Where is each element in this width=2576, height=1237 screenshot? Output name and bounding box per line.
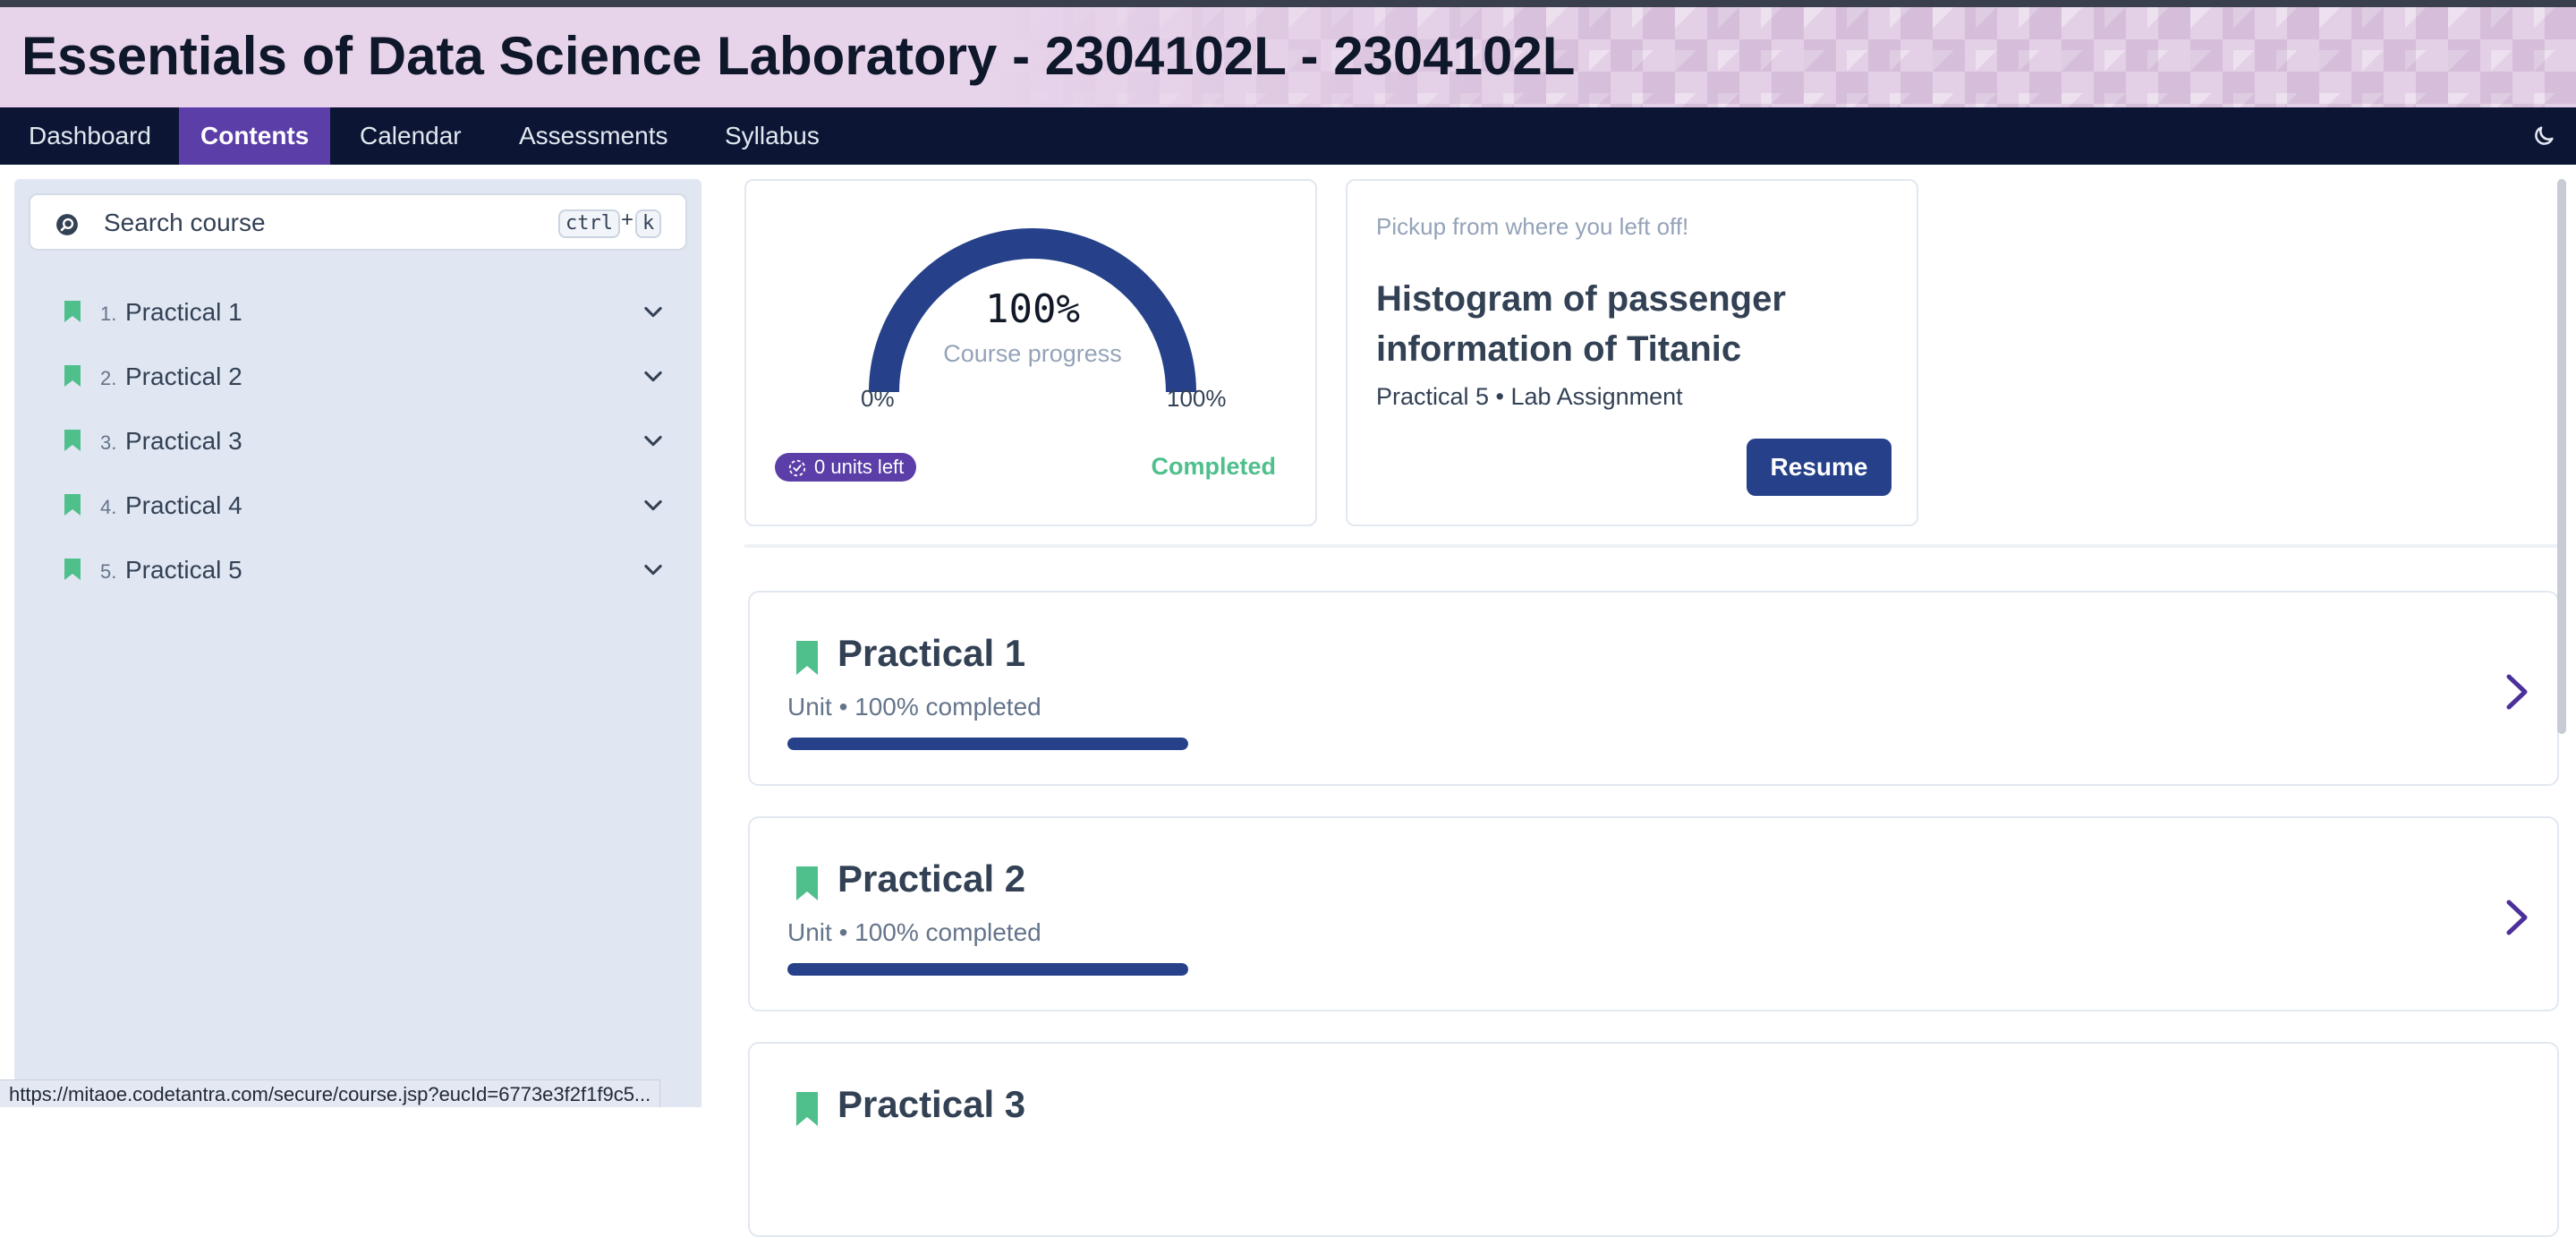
resume-card: Pickup from where you left off! Histogra… [1346, 179, 1918, 526]
bookmark-icon [795, 639, 820, 677]
main-nav: Dashboard Contents Calendar Assessments … [0, 107, 2576, 165]
bookmark-icon [795, 1090, 820, 1128]
progress-caption: Course progress [943, 340, 1122, 367]
resume-item-meta: Practical 5 • Lab Assignment [1376, 383, 1683, 410]
course-progress-card: 100% Course progress 0% 100% 0 units lef… [744, 179, 1317, 526]
resume-button[interactable]: Resume [1747, 439, 1892, 496]
bookmark-icon [63, 557, 82, 582]
search-icon [55, 213, 79, 236]
sidebar-item-label: Practical 3 [125, 427, 242, 455]
course-title: Essentials of Data Science Laboratory - … [21, 26, 1576, 86]
nav-contents[interactable]: Contents [179, 107, 331, 165]
unit-card-practical-2[interactable]: Practical 2 Unit • 100% completed [748, 816, 2559, 1011]
chevron-down-icon[interactable] [641, 299, 666, 324]
sidebar-item-number: 3. [100, 431, 117, 454]
sidebar-item-practical-4[interactable]: 4. Practical 4 [14, 478, 701, 532]
unit-meta: Unit • 100% completed [787, 693, 1041, 721]
unit-title: Practical 3 [837, 1083, 1026, 1125]
top-border [0, 0, 2576, 7]
completion-status: Completed [1151, 453, 1276, 480]
sidebar-item-label: Practical 2 [125, 363, 242, 390]
sidebar-item-label: Practical 5 [125, 556, 242, 584]
chevron-right-icon[interactable] [2502, 671, 2532, 712]
sidebar-item-number: 2. [100, 367, 117, 389]
sidebar-item-practical-3[interactable]: 3. Practical 3 [14, 414, 701, 467]
nav-dashboard[interactable]: Dashboard [7, 107, 173, 165]
nav-assessments[interactable]: Assessments [497, 107, 690, 165]
page-scrollbar[interactable] [2557, 179, 2566, 734]
unit-card-practical-3[interactable]: Practical 3 [748, 1042, 2559, 1237]
sidebar-item-practical-2[interactable]: 2. Practical 2 [14, 349, 701, 403]
sidebar-item-number: 4. [100, 496, 117, 518]
resume-item-title: Histogram of passenger information of Ti… [1376, 279, 1786, 369]
sidebar-item-practical-1[interactable]: 1. Practical 1 [14, 285, 701, 338]
shortcut-plus: + [621, 208, 634, 232]
bookmark-icon [795, 865, 820, 902]
section-divider [744, 544, 2561, 548]
unit-meta: Unit • 100% completed [787, 918, 1041, 946]
progress-value: 100% [985, 286, 1080, 332]
sidebar-item-label: Practical 4 [125, 491, 242, 519]
sidebar-item-label: Practical 1 [125, 298, 242, 326]
sidebar-item-number: 1. [100, 303, 117, 325]
sidebar-item-number: 5. [100, 560, 117, 583]
unit-progress-bar [787, 738, 1188, 750]
units-left-badge: 0 units left [775, 453, 917, 482]
shortcut-ctrl: ctrl [558, 209, 620, 238]
link-status-bar: https://mitaoe.codetantra.com/secure/cou… [0, 1079, 661, 1107]
bookmark-icon [63, 428, 82, 453]
unit-card-practical-1[interactable]: Practical 1 Unit • 100% completed [748, 591, 2559, 786]
search-course-input[interactable]: Search course ctrl + k [29, 193, 687, 251]
sidebar-item-practical-5[interactable]: 5. Practical 5 [14, 542, 701, 596]
chevron-down-icon[interactable] [641, 363, 666, 388]
nav-syllabus[interactable]: Syllabus [703, 107, 841, 165]
unit-progress-bar [787, 963, 1188, 976]
pickup-text: Pickup from where you left off! [1376, 213, 1689, 240]
bookmark-icon [63, 363, 82, 388]
gauge-min-label: 0% [861, 385, 895, 412]
dashed-check-circle-icon [788, 459, 806, 477]
chevron-down-icon[interactable] [641, 557, 666, 582]
unit-title: Practical 1 [837, 632, 1026, 674]
moon-icon[interactable] [2531, 124, 2556, 149]
nav-calendar[interactable]: Calendar [338, 107, 483, 165]
search-placeholder: Search course [104, 209, 266, 236]
chevron-down-icon[interactable] [641, 428, 666, 453]
chevron-down-icon[interactable] [641, 492, 666, 517]
shortcut-k: k [635, 209, 662, 238]
gauge-max-label: 100% [1167, 385, 1227, 412]
unit-progress-fill [787, 963, 1188, 976]
bookmark-icon [63, 492, 82, 517]
unit-progress-fill [787, 738, 1188, 750]
unit-title: Practical 2 [837, 857, 1026, 900]
bookmark-icon [63, 299, 82, 324]
units-left-text: 0 units left [814, 456, 905, 478]
course-sidebar: Search course ctrl + k 1. Practical 1 2.… [14, 179, 701, 1107]
chevron-right-icon[interactable] [2502, 897, 2532, 938]
